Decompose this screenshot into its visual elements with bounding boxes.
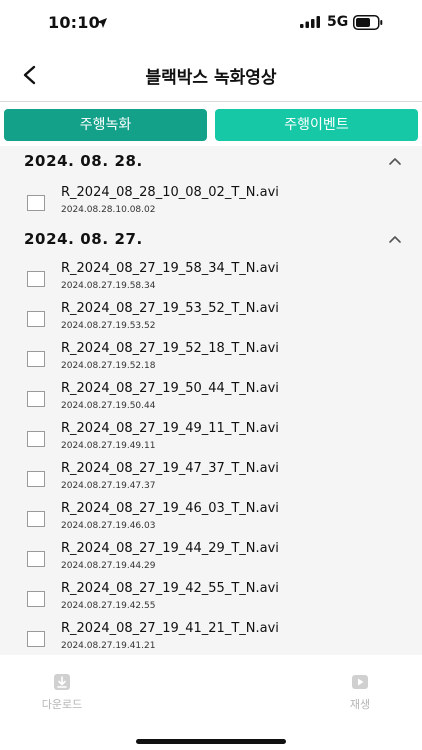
file-name: R_2024_08_27_19_47_37_T_N.avi — [61, 461, 279, 476]
play-icon — [352, 675, 368, 689]
file-timestamp: 2024.08.27.19.50.44 — [61, 401, 156, 411]
tab-driving-recording[interactable]: 주행녹화 — [4, 109, 207, 141]
item-checkbox[interactable] — [27, 351, 45, 367]
list-item[interactable]: R_2024_08_27_19_42_55_T_N.avi 2024.08.27… — [0, 578, 422, 618]
file-name: R_2024_08_27_19_52_18_T_N.avi — [61, 341, 279, 356]
play-button[interactable]: 재생 — [320, 673, 400, 712]
file-name: R_2024_08_27_19_58_34_T_N.avi — [61, 261, 279, 276]
download-button[interactable]: 다운로드 — [22, 673, 102, 712]
chevron-up-icon[interactable] — [388, 234, 402, 244]
file-timestamp: 2024.08.27.19.46.03 — [61, 521, 156, 531]
file-timestamp: 2024.08.27.19.44.29 — [61, 561, 156, 571]
file-name: R_2024_08_27_19_42_55_T_N.avi — [61, 581, 279, 596]
item-checkbox[interactable] — [27, 311, 45, 327]
list-item[interactable]: R_2024_08_27_19_47_37_T_N.avi 2024.08.27… — [0, 458, 422, 498]
list-item[interactable]: R_2024_08_27_19_41_21_T_N.avi 2024.08.27… — [0, 618, 422, 655]
bottom-action-bar: 다운로드 재생 — [0, 655, 422, 750]
list-item[interactable]: R_2024_08_28_10_08_02_T_N.avi 2024.08.28… — [0, 182, 422, 222]
list-item[interactable]: R_2024_08_27_19_50_44_T_N.avi 2024.08.27… — [0, 378, 422, 418]
recording-list[interactable]: 2024. 08. 28. R_2024_08_28_10_08_02_T_N.… — [0, 146, 422, 655]
download-label: 다운로드 — [41, 698, 83, 711]
group-date: 2024. 08. 27. — [24, 230, 143, 248]
item-checkbox[interactable] — [27, 391, 45, 407]
item-checkbox[interactable] — [27, 591, 45, 607]
battery-icon — [353, 15, 383, 30]
group-date: 2024. 08. 28. — [24, 152, 143, 170]
file-timestamp: 2024.08.27.19.58.34 — [61, 281, 156, 291]
file-timestamp: 2024.08.27.19.41.21 — [61, 641, 156, 651]
list-item[interactable]: R_2024_08_27_19_49_11_T_N.avi 2024.08.27… — [0, 418, 422, 458]
file-timestamp: 2024.08.28.10.08.02 — [61, 205, 156, 215]
header: 블랙박스 녹화영상 — [0, 50, 422, 100]
page-title: 블랙박스 녹화영상 — [145, 68, 277, 88]
file-name: R_2024_08_27_19_44_29_T_N.avi — [61, 541, 279, 556]
cellular-signal-icon — [300, 16, 320, 28]
file-name: R_2024_08_27_19_46_03_T_N.avi — [61, 501, 279, 516]
list-item[interactable]: R_2024_08_27_19_52_18_T_N.avi 2024.08.27… — [0, 338, 422, 378]
chevron-up-icon[interactable] — [388, 156, 402, 166]
list-item[interactable]: R_2024_08_27_19_46_03_T_N.avi 2024.08.27… — [0, 498, 422, 538]
file-timestamp: 2024.08.27.19.53.52 — [61, 321, 156, 331]
file-name: R_2024_08_27_19_41_21_T_N.avi — [61, 621, 279, 636]
item-checkbox[interactable] — [27, 271, 45, 287]
status-time: 10:10 — [48, 13, 100, 32]
file-name: R_2024_08_27_19_50_44_T_N.avi — [61, 381, 279, 396]
header-divider — [0, 101, 422, 102]
item-checkbox[interactable] — [27, 431, 45, 447]
file-name: R_2024_08_27_19_49_11_T_N.avi — [61, 421, 279, 436]
list-item[interactable]: R_2024_08_27_19_58_34_T_N.avi 2024.08.27… — [0, 258, 422, 298]
date-group-header[interactable]: 2024. 08. 28. — [0, 146, 422, 180]
file-timestamp: 2024.08.27.19.52.18 — [61, 361, 156, 371]
location-arrow-icon — [97, 18, 107, 28]
tab-bar: 주행녹화 주행이벤트 — [0, 106, 422, 146]
file-timestamp: 2024.08.27.19.47.37 — [61, 481, 156, 491]
item-checkbox[interactable] — [27, 511, 45, 527]
network-type: 5G — [327, 14, 349, 30]
file-timestamp: 2024.08.27.19.42.55 — [61, 601, 156, 611]
item-checkbox[interactable] — [27, 471, 45, 487]
date-group-header[interactable]: 2024. 08. 27. — [0, 224, 422, 258]
download-icon — [54, 674, 70, 690]
status-bar: 10:10 5G — [0, 0, 422, 46]
item-checkbox[interactable] — [27, 551, 45, 567]
tab-driving-event[interactable]: 주행이벤트 — [215, 109, 418, 141]
file-name: R_2024_08_27_19_53_52_T_N.avi — [61, 301, 279, 316]
home-indicator — [136, 739, 286, 744]
list-item[interactable]: R_2024_08_27_19_53_52_T_N.avi 2024.08.27… — [0, 298, 422, 338]
play-label: 재생 — [349, 698, 371, 711]
item-checkbox[interactable] — [27, 631, 45, 647]
list-item[interactable]: R_2024_08_27_19_44_29_T_N.avi 2024.08.27… — [0, 538, 422, 578]
file-name: R_2024_08_28_10_08_02_T_N.avi — [61, 185, 279, 200]
file-timestamp: 2024.08.27.19.49.11 — [61, 441, 156, 451]
item-checkbox[interactable] — [27, 195, 45, 211]
